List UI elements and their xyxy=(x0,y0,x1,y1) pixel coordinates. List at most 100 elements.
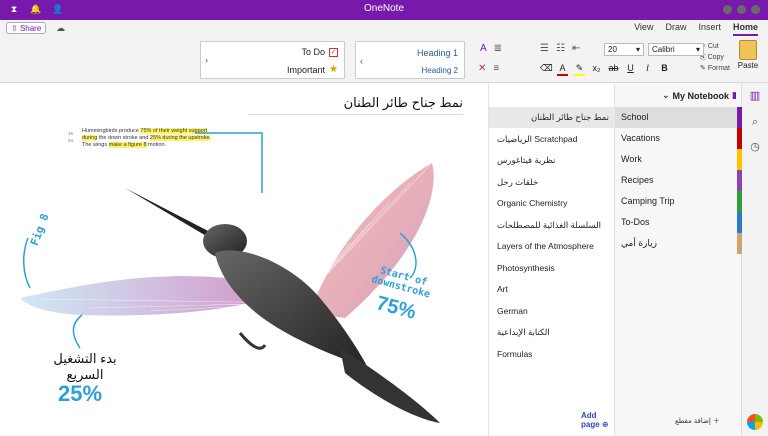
styles-gallery[interactable]: ‹ Heading 1 Heading 2 xyxy=(355,41,465,79)
section-item[interactable]: Camping Trip xyxy=(615,191,742,212)
font-name-value: Calibri xyxy=(652,45,675,54)
section-label: Camping Trip xyxy=(621,196,675,206)
upstroke-percent: 25% xyxy=(58,381,103,406)
tab-insert[interactable]: Insert xyxy=(698,22,721,36)
notebook-selector[interactable]: ⌄ My Notebook ▮ xyxy=(662,90,737,101)
tag-todo[interactable]: To Do ✓ xyxy=(301,47,338,57)
page-item[interactable]: الرياضيات Scratchpad xyxy=(489,129,615,150)
paintbrush-icon: ✎ xyxy=(700,65,706,72)
underline-icon[interactable]: U xyxy=(625,63,636,76)
notebooks-icon[interactable]: ▥ xyxy=(748,89,762,103)
font-style-icon[interactable]: A xyxy=(480,43,487,54)
upstroke-arrow xyxy=(72,314,83,349)
style-heading2[interactable]: Heading 2 xyxy=(422,66,458,75)
zoom-window-button[interactable] xyxy=(737,5,746,14)
add-section-button[interactable]: إضافة مقطع ＋ xyxy=(675,416,720,426)
style-group-row1: A ≣ xyxy=(480,43,502,54)
font-size-select[interactable]: 20 ▾ xyxy=(604,43,644,56)
paragraph-group-row1: ☰ ☷ ⇤ xyxy=(540,43,580,54)
page-item[interactable]: نظرية فيثاغورس xyxy=(489,150,615,171)
section-item[interactable]: Vacations xyxy=(615,128,742,149)
title-bar: ⧗ 🔔 👤 OneNote xyxy=(0,0,768,20)
navigation-rail: ▥ ⌕ ◷ xyxy=(741,83,768,436)
page-item[interactable]: نمط جناح طائر الطنان xyxy=(489,107,615,128)
tab-view[interactable]: View xyxy=(634,22,653,36)
clipboard-icon xyxy=(739,40,757,60)
bold-icon[interactable]: B xyxy=(659,63,670,76)
tag-todo-label: To Do xyxy=(301,47,325,57)
clear-formatting-icon[interactable]: ⌫ xyxy=(540,63,553,76)
bullets-icon[interactable]: ☰ xyxy=(540,43,549,54)
section-label: زيارة أمي xyxy=(621,238,657,248)
section-item[interactable]: To-Dos xyxy=(615,212,742,233)
page-item[interactable]: Layers of the Atmosphere xyxy=(489,236,615,257)
add-page-button[interactable]: Add page ⊕ xyxy=(581,411,614,429)
align-icon[interactable]: ≣ xyxy=(494,43,502,54)
font-color-icon[interactable]: A xyxy=(557,63,568,76)
cut-button[interactable]: ✂ Cut xyxy=(700,41,730,52)
page-item[interactable]: السلسلة الغذائية للمصطلحات xyxy=(489,215,615,236)
chevron-down-icon: ▾ xyxy=(695,45,700,54)
font-name-select[interactable]: Calibri ▾ xyxy=(648,43,704,56)
copy-label: Copy xyxy=(707,54,724,61)
sync-icon[interactable]: ☁ xyxy=(56,23,65,34)
chevron-left-icon[interactable]: ‹ xyxy=(360,56,363,66)
close-window-button[interactable] xyxy=(751,5,760,14)
format-painter-button[interactable]: ✎ Format xyxy=(700,63,730,74)
minimize-window-button[interactable] xyxy=(723,5,732,14)
upstroke-label: بدء التشغيل السريع xyxy=(53,351,117,382)
section-label: School xyxy=(621,112,649,122)
section-label: Recipes xyxy=(621,175,654,185)
page-item[interactable]: Organic Chemistry xyxy=(489,193,615,214)
recent-icon[interactable]: ◷ xyxy=(748,140,762,154)
notebook-name: My Notebook xyxy=(672,90,730,101)
section-color-tab xyxy=(737,128,742,149)
format-row: ⌫ A ✎ x₂ ab U I B xyxy=(540,63,670,76)
share-button[interactable]: ⇪ Share xyxy=(6,22,47,34)
page-item[interactable]: خلقات رحل xyxy=(489,172,615,193)
section-item[interactable]: زيارة أمي xyxy=(615,233,742,254)
caption-arrow xyxy=(195,132,263,193)
section-item[interactable]: School xyxy=(615,107,742,128)
office-logo-icon[interactable] xyxy=(747,414,763,430)
paste-label: Paste xyxy=(737,61,759,70)
strikethrough-icon[interactable]: ab xyxy=(608,63,619,76)
page-item[interactable]: Art xyxy=(489,279,615,300)
justify-icon[interactable]: ≡ xyxy=(493,63,499,74)
section-color-tab xyxy=(737,191,742,212)
style-heading1[interactable]: Heading 1 xyxy=(417,48,458,58)
page-item[interactable]: Formulas xyxy=(489,344,615,365)
copy-button[interactable]: ⎘ Copy xyxy=(700,52,730,63)
fig8-bracket xyxy=(23,237,31,289)
tab-home[interactable]: Home xyxy=(732,22,758,36)
section-item[interactable]: Work xyxy=(615,149,742,170)
beak xyxy=(125,188,212,237)
font-size-value: 20 xyxy=(608,45,617,54)
chevron-right-icon[interactable]: › xyxy=(205,55,208,65)
share-icon: ⇪ xyxy=(11,24,18,33)
page-item[interactable]: German xyxy=(489,301,615,322)
section-item[interactable]: Recipes xyxy=(615,170,742,191)
cut-label: Cut xyxy=(707,43,719,50)
ribbon: Paste ✂ Cut ⎘ Copy ✎ Format Calibri ▾ 20… xyxy=(0,37,768,83)
tags-gallery[interactable]: › To Do ✓ Important ★ xyxy=(200,41,345,79)
page-item[interactable]: Photosynthesis xyxy=(489,258,615,279)
tag-important[interactable]: Important ★ xyxy=(287,64,338,75)
search-icon[interactable]: ⌕ xyxy=(748,115,762,129)
section-label: Vacations xyxy=(621,133,660,143)
numbering-icon[interactable]: ☷ xyxy=(556,43,565,54)
tab-draw[interactable]: Draw xyxy=(665,22,686,36)
clipboard-group: ✂ Cut ⎘ Copy ✎ Format xyxy=(700,41,730,74)
italic-icon[interactable]: I xyxy=(642,63,653,76)
subscript-icon[interactable]: x₂ xyxy=(591,63,602,76)
note-canvas[interactable]: نمط جناح طائر الطنان 16 04 Hummingbirds … xyxy=(0,83,488,436)
section-label: Work xyxy=(621,154,642,164)
section-color-tab xyxy=(737,212,742,233)
highlight-icon[interactable]: ✎ xyxy=(574,63,585,76)
eraser-icon[interactable]: ✕ xyxy=(478,63,486,74)
page-item[interactable]: الكتابة الإبداعية xyxy=(489,322,615,343)
outdent-icon[interactable]: ⇤ xyxy=(572,43,580,54)
format-label: Format xyxy=(707,65,730,72)
ribbon-tabs: Home Insert Draw View xyxy=(634,22,758,36)
paste-button[interactable]: Paste xyxy=(734,40,762,70)
